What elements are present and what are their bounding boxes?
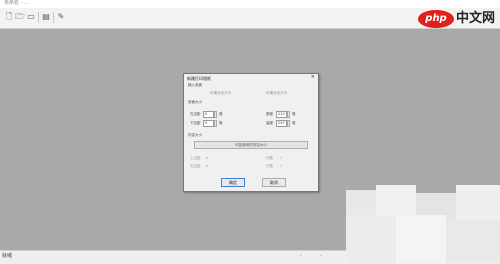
width-stepper[interactable] xyxy=(287,111,290,118)
close-icon[interactable]: × xyxy=(311,75,315,80)
cancel-button[interactable]: 取消 xyxy=(262,178,286,187)
bottom-margin-label: 下边距 xyxy=(190,121,201,125)
print-icon[interactable]: ▤ xyxy=(41,12,51,22)
bottom-margin-field[interactable]: 0 xyxy=(203,120,214,127)
toolbar-divider xyxy=(38,12,39,23)
rows-label: 行数 xyxy=(266,164,273,168)
height-unit: 毫 xyxy=(292,121,296,125)
toolbar-divider xyxy=(53,12,54,23)
top-margin-value[interactable]: 0 xyxy=(206,156,208,160)
new-paper-dialog: 新建打印相纸 × 输入页面 纵横页面方向 纵横页面方向 页面大小 左边距 0 毫… xyxy=(183,73,319,192)
app-title: 未命名 - ... xyxy=(4,0,29,6)
section-layout-label: 输入页面 xyxy=(188,83,202,87)
top-margin-label: 上边距 xyxy=(190,156,201,160)
title-bar: 未命名 - ... xyxy=(0,0,500,8)
bottom-margin-stepper[interactable] xyxy=(214,120,217,127)
folder-icon[interactable]: ▭ xyxy=(26,12,36,22)
section-page-size-label: 页面大小 xyxy=(188,100,202,104)
toolbar: 🗋 🗁 ▭ ▤ ✎ php 中文网 xyxy=(0,8,500,29)
columns-value[interactable]: 1 xyxy=(280,156,282,160)
open-folder-icon[interactable]: 🗁 xyxy=(15,12,25,22)
logo-badge: php xyxy=(418,10,454,28)
left-margin-unit: 毫 xyxy=(219,112,223,116)
dialog-title: 新建打印相纸 xyxy=(187,76,211,81)
left-margin-stepper[interactable] xyxy=(214,111,217,118)
edit-icon[interactable]: ✎ xyxy=(56,12,66,22)
status-field-1: - xyxy=(300,253,302,259)
width-label: 宽度 xyxy=(266,112,273,116)
height-stepper[interactable] xyxy=(287,120,290,127)
right-margin-label: 右边距 xyxy=(190,164,201,168)
watermark-blur xyxy=(346,185,500,263)
left-margin-field[interactable]: 0 xyxy=(203,111,214,118)
radio-landscape[interactable]: 纵横页面方向 xyxy=(266,91,287,96)
bottom-margin-unit: 毫 xyxy=(219,121,223,125)
new-file-icon[interactable]: 🗋 xyxy=(4,12,14,22)
right-margin-value[interactable]: 0 xyxy=(206,164,208,168)
status-text: 就绪 xyxy=(2,253,13,259)
site-logo: php 中文网 xyxy=(398,8,498,30)
ok-button[interactable]: 确定 xyxy=(221,178,245,187)
fit-content-button[interactable]: 内容使用的内容大小 xyxy=(194,141,308,149)
status-field-2: - xyxy=(320,253,322,259)
width-unit: 毫 xyxy=(292,112,296,116)
logo-text: 中文网 xyxy=(456,11,496,26)
columns-label: 列数 xyxy=(266,156,273,160)
rows-value[interactable]: 1 xyxy=(280,164,282,168)
height-field[interactable]: 297 xyxy=(276,120,287,127)
left-margin-label: 左边距 xyxy=(190,112,201,116)
radio-portrait[interactable]: 纵横页面方向 xyxy=(210,91,231,96)
height-label: 高度 xyxy=(266,121,273,125)
section-content-size-label: 内容大小 xyxy=(188,133,202,137)
width-field[interactable]: 210 xyxy=(276,111,287,118)
